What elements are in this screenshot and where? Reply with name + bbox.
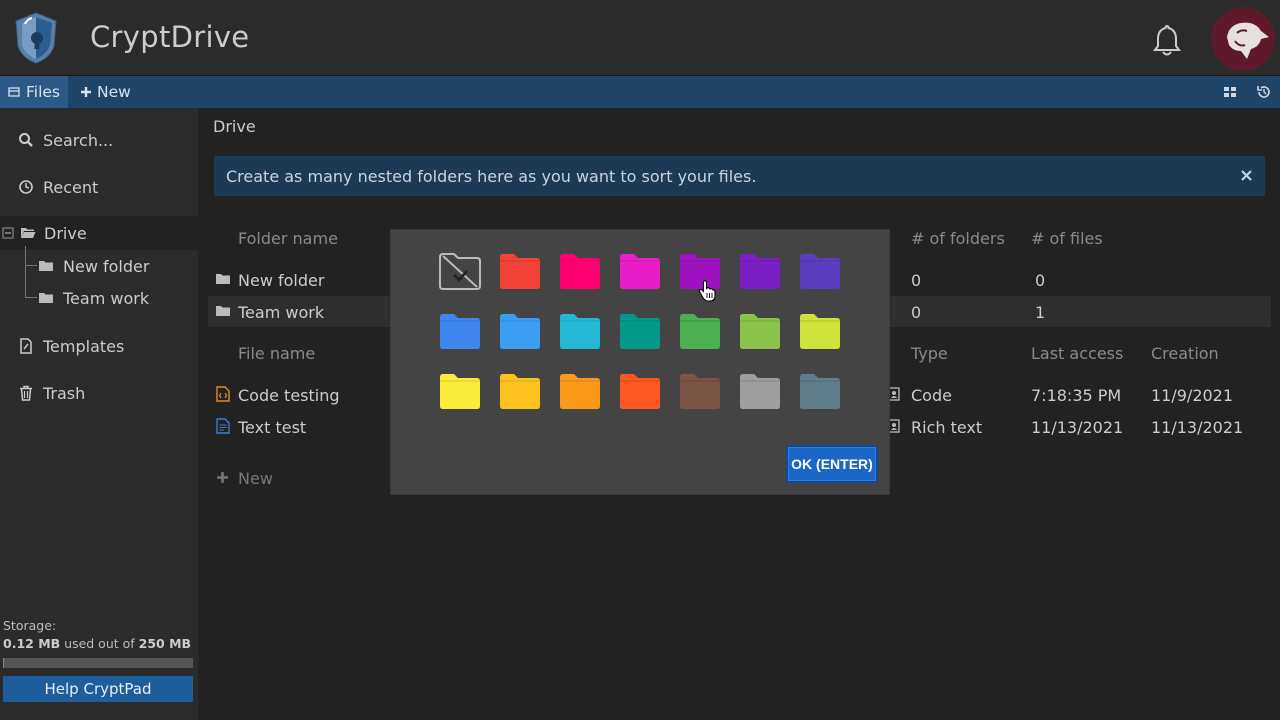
code-file-icon [216, 386, 230, 402]
breadcrumb[interactable]: Drive [213, 117, 256, 136]
folder-count: 0 [911, 271, 922, 290]
color-swatch[interactable] [617, 251, 663, 291]
grid-view-icon[interactable] [1222, 84, 1238, 100]
no-color-swatch[interactable] [437, 251, 483, 291]
sidebar-item-team-work[interactable]: Team work [0, 282, 198, 314]
folders-count-header[interactable]: # of folders [911, 229, 1005, 248]
folder-icon [216, 274, 230, 284]
files-tab[interactable]: Files [0, 76, 69, 108]
color-swatch[interactable] [497, 371, 543, 411]
creation-header[interactable]: Creation [1151, 344, 1219, 363]
storage-total: 250 MB [138, 636, 192, 651]
file-creation: 11/13/2021 [1151, 418, 1244, 437]
sidebar-item-new-folder[interactable]: New folder [0, 250, 198, 282]
file-count: 1 [1035, 303, 1046, 322]
app-title: CryptDrive [90, 20, 250, 54]
sidebar-item-label: New folder [63, 256, 150, 276]
storage-label: Storage: [3, 618, 57, 633]
search-icon [19, 133, 33, 147]
file-type: Code [911, 386, 952, 405]
folder-icon [39, 261, 53, 271]
type-header[interactable]: Type [911, 344, 948, 363]
color-swatch[interactable] [437, 311, 483, 351]
color-swatch[interactable] [557, 311, 603, 351]
sidebar: Search... Recent Drive New folder Team w… [0, 108, 198, 720]
color-swatch[interactable] [677, 311, 723, 351]
color-swatch[interactable] [497, 311, 543, 351]
storage-used: 0.12 MB [3, 636, 61, 651]
help-button[interactable]: Help CryptPad [3, 676, 193, 702]
sidebar-item-recent[interactable]: Recent [0, 167, 198, 207]
file-count: 0 [1035, 271, 1046, 290]
file-creation: 11/9/2021 [1151, 386, 1234, 405]
plus-icon [81, 87, 91, 97]
color-swatch[interactable] [557, 371, 603, 411]
bell-icon[interactable] [1149, 22, 1185, 58]
avatar-dragon-icon [1227, 22, 1269, 59]
files-icon [8, 87, 20, 97]
sidebar-item-trash[interactable]: Trash [0, 373, 198, 413]
file-name-header[interactable]: File name [238, 344, 315, 363]
color-swatch[interactable] [797, 371, 843, 411]
trash-icon [20, 385, 32, 401]
color-swatch[interactable] [737, 311, 783, 351]
color-swatch[interactable] [557, 251, 603, 291]
folder-name: Team work [238, 303, 325, 322]
files-tab-label: Files [26, 83, 61, 101]
folder-count: 0 [911, 303, 922, 322]
file-type: Rich text [911, 418, 983, 437]
new-item-label: New [238, 469, 273, 488]
rich-text-file-icon [216, 418, 230, 434]
color-swatch[interactable] [437, 371, 483, 411]
info-banner-text: Create as many nested folders here as yo… [226, 166, 757, 186]
folder-name-header[interactable]: Folder name [238, 229, 338, 248]
top-bar: CryptDrive [0, 0, 1280, 76]
hand-cursor-icon [698, 280, 716, 302]
sidebar-item-label: Drive [44, 223, 87, 243]
color-swatch[interactable] [677, 371, 723, 411]
color-swatch[interactable] [497, 251, 543, 291]
new-button-label: New [97, 83, 131, 101]
file-name: Text test [238, 418, 307, 437]
sidebar-item-label: Recent [43, 177, 99, 197]
last-access-header[interactable]: Last access [1031, 344, 1123, 363]
drive-toolbar: Files New [0, 76, 1280, 108]
color-swatch[interactable] [797, 251, 843, 291]
cryptpad-logo-icon[interactable] [14, 12, 58, 64]
file-last-access: 7:18:35 PM [1031, 386, 1122, 405]
sidebar-item-label: Templates [43, 336, 125, 356]
search-field[interactable]: Search... [0, 120, 198, 160]
folder-icon [216, 306, 230, 316]
storage-bar [3, 658, 193, 668]
color-swatch[interactable] [737, 251, 783, 291]
new-button[interactable]: New [80, 76, 131, 108]
storage-usage: 0.12 MB used out of 250 MB [3, 636, 191, 651]
user-avatar[interactable] [1211, 7, 1275, 71]
sidebar-item-label: Team work [63, 288, 150, 308]
folder-open-icon [21, 228, 36, 238]
sidebar-item-drive[interactable]: Drive [0, 216, 198, 250]
file-name: Code testing [238, 386, 340, 405]
color-swatch[interactable] [737, 371, 783, 411]
file-last-access: 11/13/2021 [1031, 418, 1124, 437]
history-icon[interactable] [1256, 84, 1272, 100]
close-icon[interactable] [1240, 169, 1253, 182]
folder-color-picker-dialog: OK (ENTER) [390, 229, 890, 495]
collapse-icon[interactable] [2, 227, 14, 239]
folder-icon [39, 293, 53, 303]
color-swatch[interactable] [617, 311, 663, 351]
files-count-header[interactable]: # of files [1031, 229, 1103, 248]
template-icon [20, 338, 32, 354]
sidebar-item-label: Trash [43, 383, 86, 403]
search-placeholder: Search... [43, 130, 114, 150]
color-swatch[interactable] [617, 371, 663, 411]
storage-mid-text: used out of [60, 636, 139, 651]
info-banner: Create as many nested folders here as yo… [214, 156, 1265, 196]
clock-icon [19, 180, 33, 194]
ok-button[interactable]: OK (ENTER) [786, 445, 878, 483]
sidebar-item-templates[interactable]: Templates [0, 326, 198, 366]
color-swatch[interactable] [797, 311, 843, 351]
folder-name: New folder [238, 271, 325, 290]
plus-icon [217, 472, 228, 483]
